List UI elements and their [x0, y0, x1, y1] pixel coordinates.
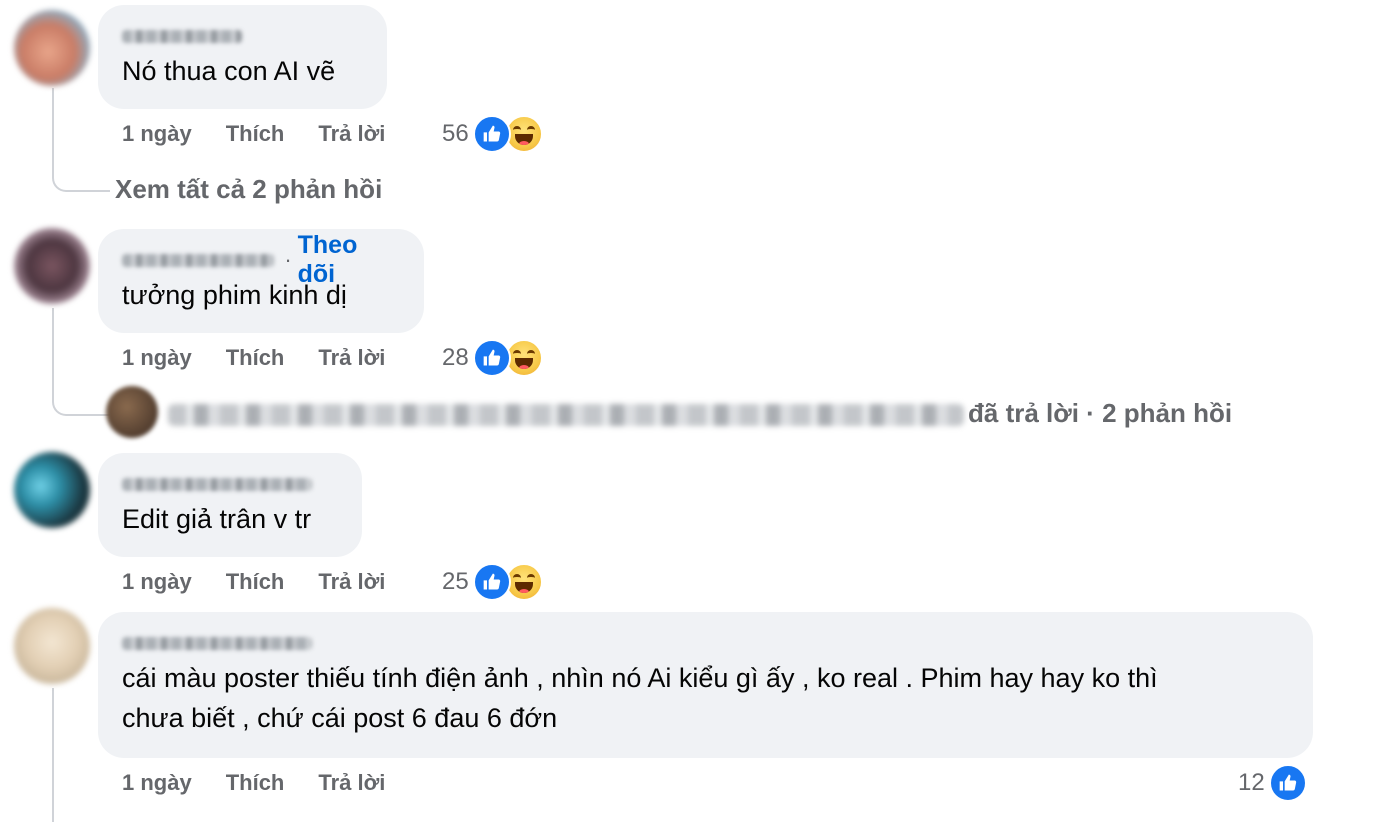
timestamp[interactable]: 1 ngày	[122, 121, 192, 147]
thread-connector	[52, 396, 110, 416]
reaction-summary[interactable]: 56	[442, 114, 543, 154]
reply-button[interactable]: Trả lời	[318, 121, 385, 147]
avatar[interactable]	[14, 608, 90, 684]
thread-line	[52, 88, 54, 174]
comment-text-line: cái màu poster thiếu tính điện ảnh , nhì…	[122, 663, 1158, 693]
like-button[interactable]: Thích	[226, 770, 285, 796]
reaction-count: 12	[1238, 769, 1265, 796]
comment-actions: 1 ngày Thích Trả lời	[122, 562, 419, 602]
comment-text: Edit giả trân v tr	[122, 504, 312, 534]
blurred-name	[122, 477, 312, 491]
comment-actions: 1 ngày Thích Trả lời	[122, 763, 419, 803]
commenter-name[interactable]	[122, 630, 1289, 656]
like-button[interactable]: Thích	[226, 569, 285, 595]
comment-bubble: · Theo dõi tưởng phim kinh dị	[98, 229, 424, 333]
avatar[interactable]	[14, 228, 90, 304]
commenter-name[interactable]: · Theo dõi	[122, 231, 400, 288]
reaction-count: 25	[442, 568, 469, 595]
blurred-replier-names	[168, 404, 964, 426]
reaction-summary[interactable]: 12	[1238, 763, 1307, 803]
like-button[interactable]: Thích	[226, 121, 285, 147]
blurred-name	[122, 29, 242, 43]
like-icon	[472, 563, 511, 601]
comment-text-line: chưa biết , chứ cái post 6 đau 6 đớn	[122, 703, 558, 733]
reaction-summary[interactable]: 28	[442, 338, 543, 378]
comment-thread: Nó thua con AI vẽ 1 ngày Thích Trả lời 5…	[0, 0, 1384, 822]
view-all-replies-link[interactable]: Xem tất cả 2 phản hồi	[115, 174, 382, 205]
timestamp[interactable]: 1 ngày	[122, 569, 192, 595]
timestamp[interactable]: 1 ngày	[122, 770, 192, 796]
thread-connector	[52, 172, 110, 192]
comment-text: Nó thua con AI vẽ	[122, 56, 336, 86]
commenter-name[interactable]	[122, 23, 363, 49]
avatar[interactable]	[14, 10, 90, 86]
reaction-count: 56	[442, 120, 469, 147]
comment-actions: 1 ngày Thích Trả lời	[122, 338, 419, 378]
like-icon	[472, 339, 511, 377]
timestamp[interactable]: 1 ngày	[122, 345, 192, 371]
like-icon	[472, 115, 511, 153]
reaction-summary[interactable]: 25	[442, 562, 543, 602]
blurred-name	[122, 636, 312, 650]
comment-text: cái màu poster thiếu tính điện ảnh , nhì…	[122, 658, 1289, 738]
replier-avatar[interactable]	[106, 386, 158, 438]
reply-button[interactable]: Trả lời	[318, 770, 385, 796]
comment-bubble: Nó thua con AI vẽ	[98, 5, 387, 109]
thread-line	[52, 688, 54, 822]
replied-summary-link[interactable]: đã trả lời · 2 phản hồi	[968, 398, 1232, 429]
comment-actions: 1 ngày Thích Trả lời	[122, 114, 419, 154]
separator-dot: ·	[284, 247, 292, 272]
thread-line	[52, 308, 54, 398]
commenter-name[interactable]	[122, 471, 338, 497]
like-button[interactable]: Thích	[226, 345, 285, 371]
comment-bubble: Edit giả trân v tr	[98, 453, 362, 557]
blurred-name	[122, 253, 275, 267]
comment-bubble: cái màu poster thiếu tính điện ảnh , nhì…	[98, 612, 1313, 758]
avatar[interactable]	[14, 452, 90, 528]
reply-button[interactable]: Trả lời	[318, 569, 385, 595]
reaction-count: 28	[442, 344, 469, 371]
like-icon	[1268, 764, 1307, 802]
reply-button[interactable]: Trả lời	[318, 345, 385, 371]
